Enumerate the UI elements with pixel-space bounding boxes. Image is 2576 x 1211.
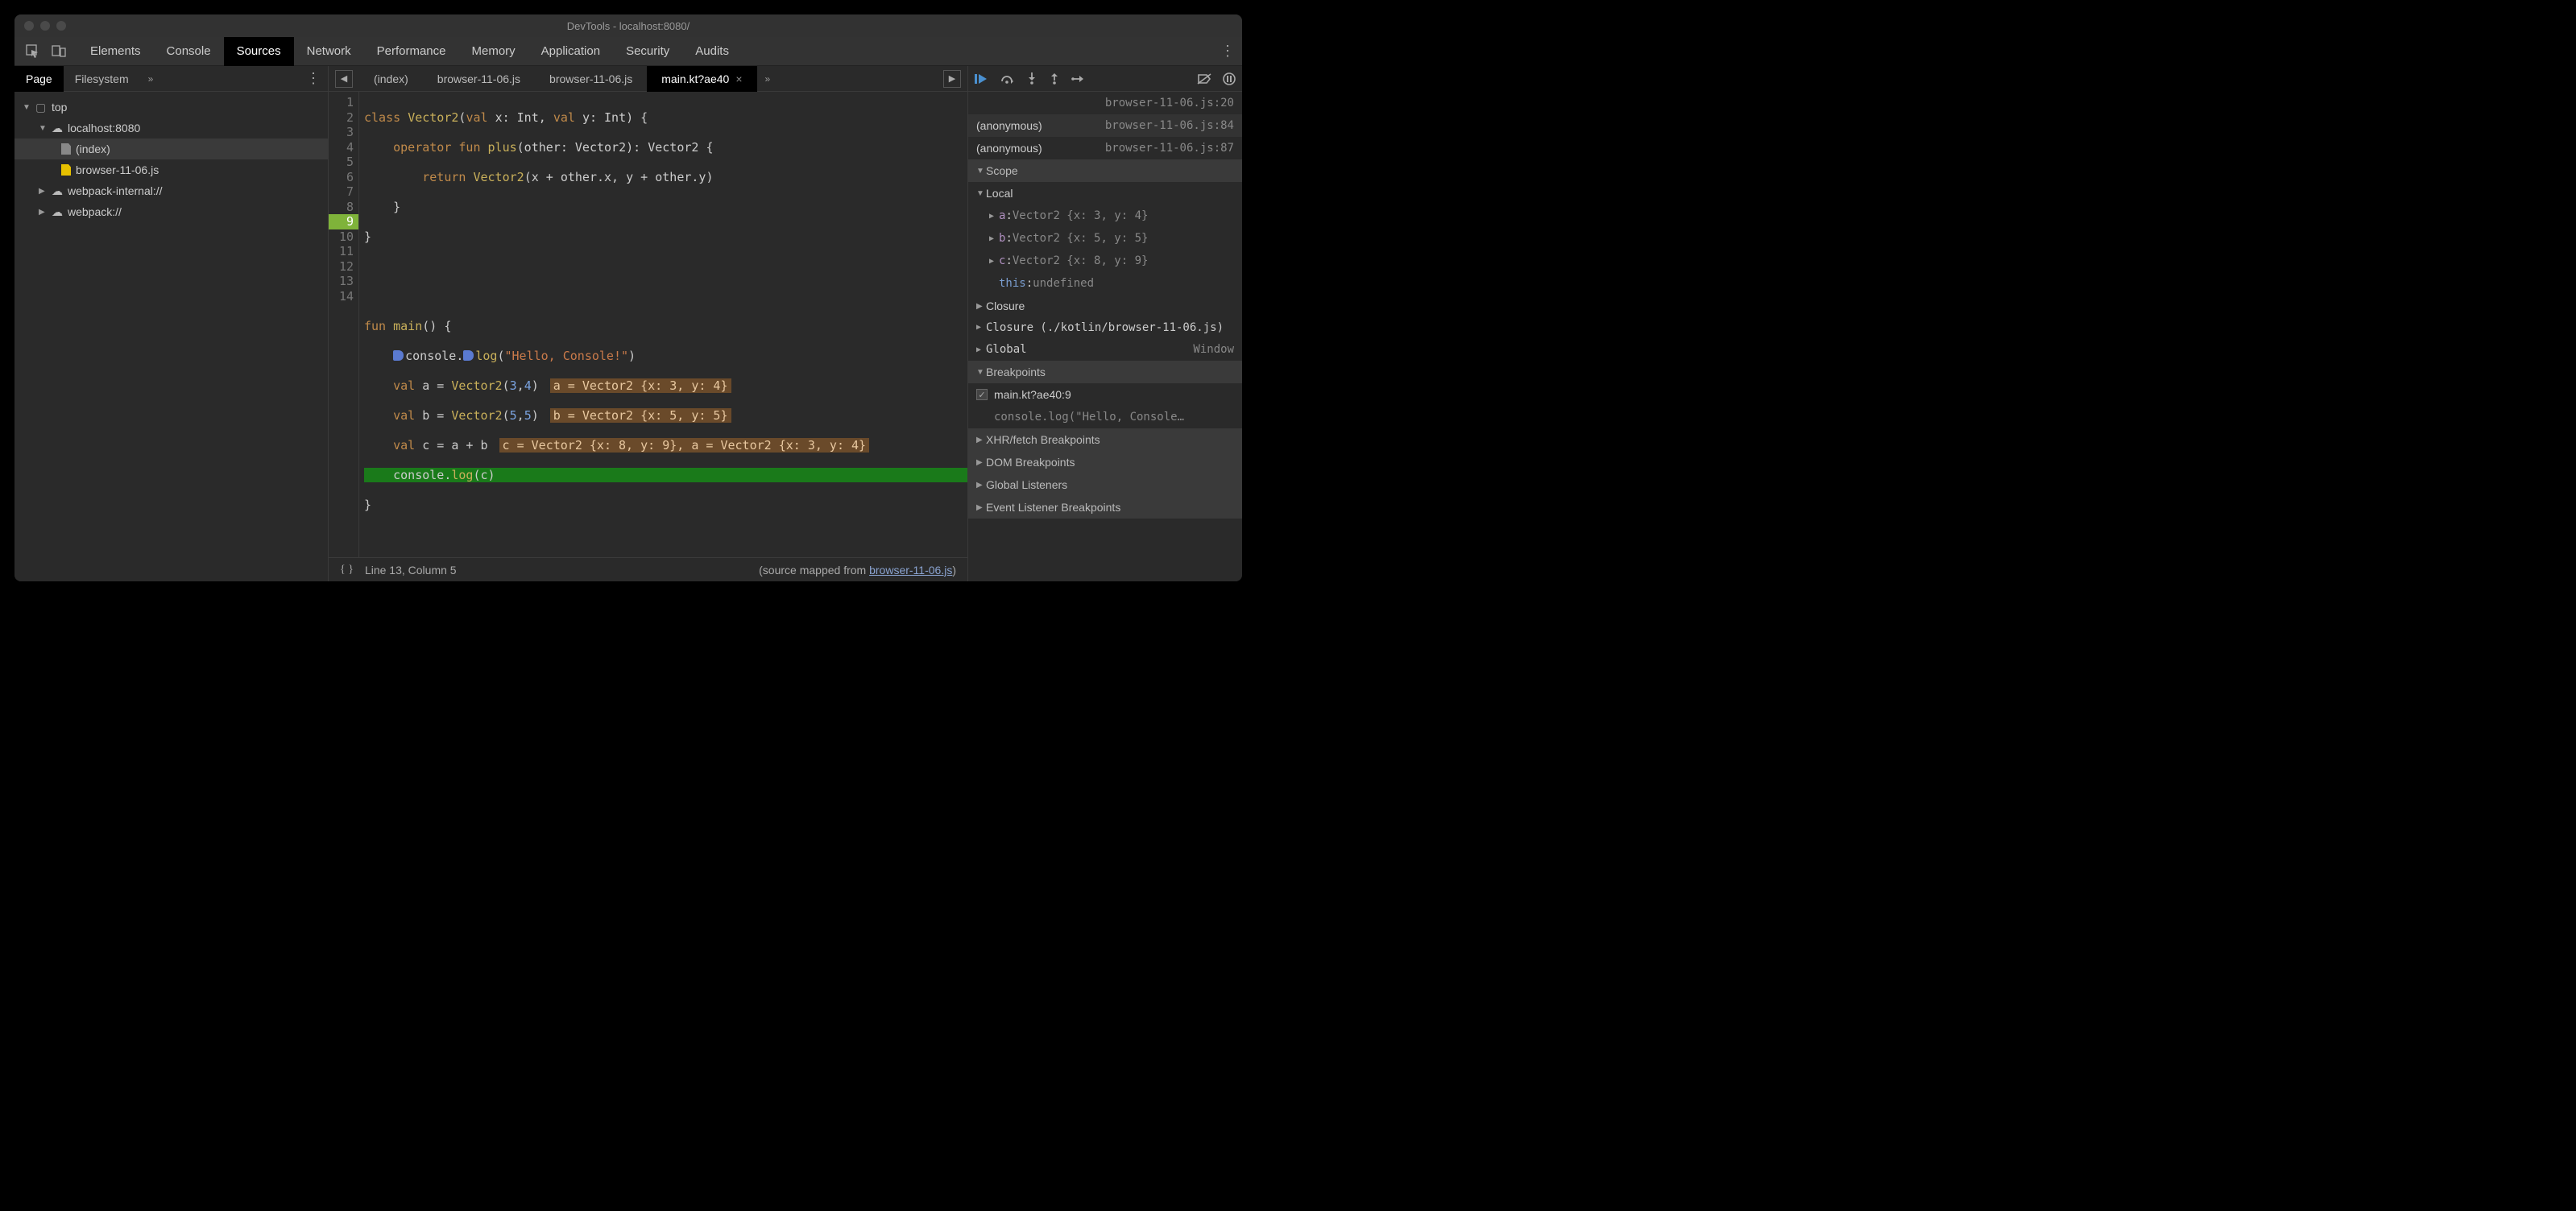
global-listeners-header[interactable]: ▶Global Listeners [968, 473, 1242, 496]
scope-this[interactable]: this: undefined [968, 272, 1242, 295]
nav-tab-filesystem[interactable]: Filesystem [64, 66, 140, 92]
tree-wpi-label: webpack-internal:// [68, 184, 163, 197]
event-listener-breakpoints-header[interactable]: ▶Event Listener Breakpoints [968, 496, 1242, 519]
tab-memory[interactable]: Memory [459, 37, 528, 66]
callstack-row[interactable]: (anonymous)browser-11-06.js:87 [968, 137, 1242, 159]
step-into-icon[interactable] [1026, 72, 1037, 85]
breakpoint-checkbox[interactable]: ✓ [976, 389, 988, 400]
traffic-min[interactable] [40, 21, 50, 31]
tree-top-label: top [52, 101, 67, 114]
traffic-close[interactable] [24, 21, 34, 31]
breakpoints-header[interactable]: ▼Breakpoints [968, 361, 1242, 383]
scope-local[interactable]: ▼Local [968, 182, 1242, 205]
window-titlebar: DevTools - localhost:8080/ [14, 14, 1242, 37]
tree-host-label: localhost:8080 [68, 122, 140, 134]
code-area[interactable]: class Vector2(val x: Int, val y: Int) { … [359, 92, 967, 557]
tab-security[interactable]: Security [613, 37, 682, 66]
tab-network[interactable]: Network [294, 37, 364, 66]
device-icon[interactable] [52, 44, 66, 59]
toggle-debugger-icon[interactable]: ▶ [943, 70, 961, 88]
debug-decorator-icon [393, 350, 404, 361]
file-tab-js1[interactable]: browser-11-06.js [423, 66, 535, 92]
editor-status-bar: { }Line 13, Column 5 (source mapped from… [329, 557, 967, 581]
toggle-navigator-icon[interactable]: ◀ [335, 70, 353, 88]
resume-icon[interactable] [975, 73, 989, 85]
step-over-icon[interactable] [1000, 73, 1015, 85]
cursor-position: Line 13, Column 5 [365, 564, 457, 577]
tree-webpack-internal[interactable]: ▶webpack-internal:// [14, 180, 328, 201]
inline-value: b = Vector2 {x: 5, y: 5} [550, 408, 731, 424]
tree-index-label: (index) [76, 143, 110, 155]
scope-closure[interactable]: ▶Closure [968, 295, 1242, 317]
breakpoint-marker[interactable]: 9 [329, 214, 358, 229]
inline-value: c = Vector2 {x: 8, y: 9}, a = Vector2 {x… [499, 438, 870, 453]
tree-file-label: browser-11-06.js [76, 163, 159, 176]
traffic-max[interactable] [56, 21, 66, 31]
inline-value: a = Vector2 {x: 3, y: 4} [550, 378, 731, 394]
execution-line: console.log(c) [364, 468, 967, 483]
tree-wp-label: webpack:// [68, 205, 122, 218]
scope-var-a[interactable]: ▶a: Vector2 {x: 3, y: 4} [968, 205, 1242, 227]
breakpoint-item[interactable]: ✓main.kt?ae40:9 [968, 383, 1242, 406]
scope-var-b[interactable]: ▶b: Vector2 {x: 5, y: 5} [968, 227, 1242, 250]
tab-audits[interactable]: Audits [682, 37, 742, 66]
source-map-link[interactable]: browser-11-06.js [869, 564, 952, 577]
tab-elements[interactable]: Elements [77, 37, 154, 66]
scope-header[interactable]: ▼Scope [968, 159, 1242, 182]
file-tree: ▼top ▼localhost:8080 (index) browser-11-… [14, 92, 328, 227]
scope-closure2[interactable]: ▶Closure (./kotlin/browser-11-06.js) [968, 317, 1242, 338]
debugger-toolbar [968, 66, 1242, 92]
step-out-icon[interactable] [1049, 72, 1060, 85]
tree-host[interactable]: ▼localhost:8080 [14, 118, 328, 138]
pretty-print-icon[interactable]: { } [340, 564, 354, 577]
file-tab-index[interactable]: (index) [359, 66, 423, 92]
dom-breakpoints-header[interactable]: ▶DOM Breakpoints [968, 451, 1242, 473]
scope-var-c[interactable]: ▶c: Vector2 {x: 8, y: 9} [968, 250, 1242, 272]
tree-top[interactable]: ▼top [14, 97, 328, 118]
panel-tabs: Elements Console Sources Network Perform… [77, 37, 742, 66]
menu-icon[interactable]: ⋮ [1218, 43, 1237, 60]
tree-webpack[interactable]: ▶webpack:// [14, 201, 328, 222]
tab-application[interactable]: Application [528, 37, 613, 66]
debug-decorator-icon [463, 350, 474, 361]
tree-index[interactable]: (index) [14, 138, 328, 159]
callstack-top[interactable]: browser-11-06.js:20 [968, 92, 1242, 114]
nav-tab-page[interactable]: Page [14, 66, 64, 92]
deactivate-breakpoints-icon[interactable] [1197, 73, 1211, 85]
breakpoint-code: console.log("Hello, Console… [968, 406, 1242, 428]
nav-more-icon[interactable]: » [140, 73, 162, 85]
code-editor[interactable]: 1234567891011121314 class Vector2(val x:… [329, 92, 967, 557]
window-title: DevTools - localhost:8080/ [567, 20, 690, 32]
nav-menu-icon[interactable]: ⋮ [304, 70, 323, 87]
gutter[interactable]: 1234567891011121314 [329, 92, 359, 557]
callstack-row[interactable]: (anonymous)browser-11-06.js:84 [968, 114, 1242, 137]
step-icon[interactable] [1071, 73, 1086, 85]
file-tab-main-label: main.kt?ae40 [661, 72, 729, 85]
tree-file-js[interactable]: browser-11-06.js [14, 159, 328, 180]
file-tabs-more-icon[interactable]: » [757, 73, 779, 85]
pause-exceptions-icon[interactable] [1223, 72, 1236, 85]
tab-sources[interactable]: Sources [224, 37, 294, 66]
xhr-breakpoints-header[interactable]: ▶XHR/fetch Breakpoints [968, 428, 1242, 451]
inspect-icon[interactable] [26, 44, 40, 59]
tab-performance[interactable]: Performance [364, 37, 459, 66]
scope-global[interactable]: ▶GlobalWindow [968, 338, 1242, 361]
file-tab-main[interactable]: main.kt?ae40 × [647, 66, 756, 92]
close-tab-icon[interactable]: × [735, 72, 742, 85]
tab-console[interactable]: Console [154, 37, 224, 66]
file-tab-js2[interactable]: browser-11-06.js [535, 66, 647, 92]
